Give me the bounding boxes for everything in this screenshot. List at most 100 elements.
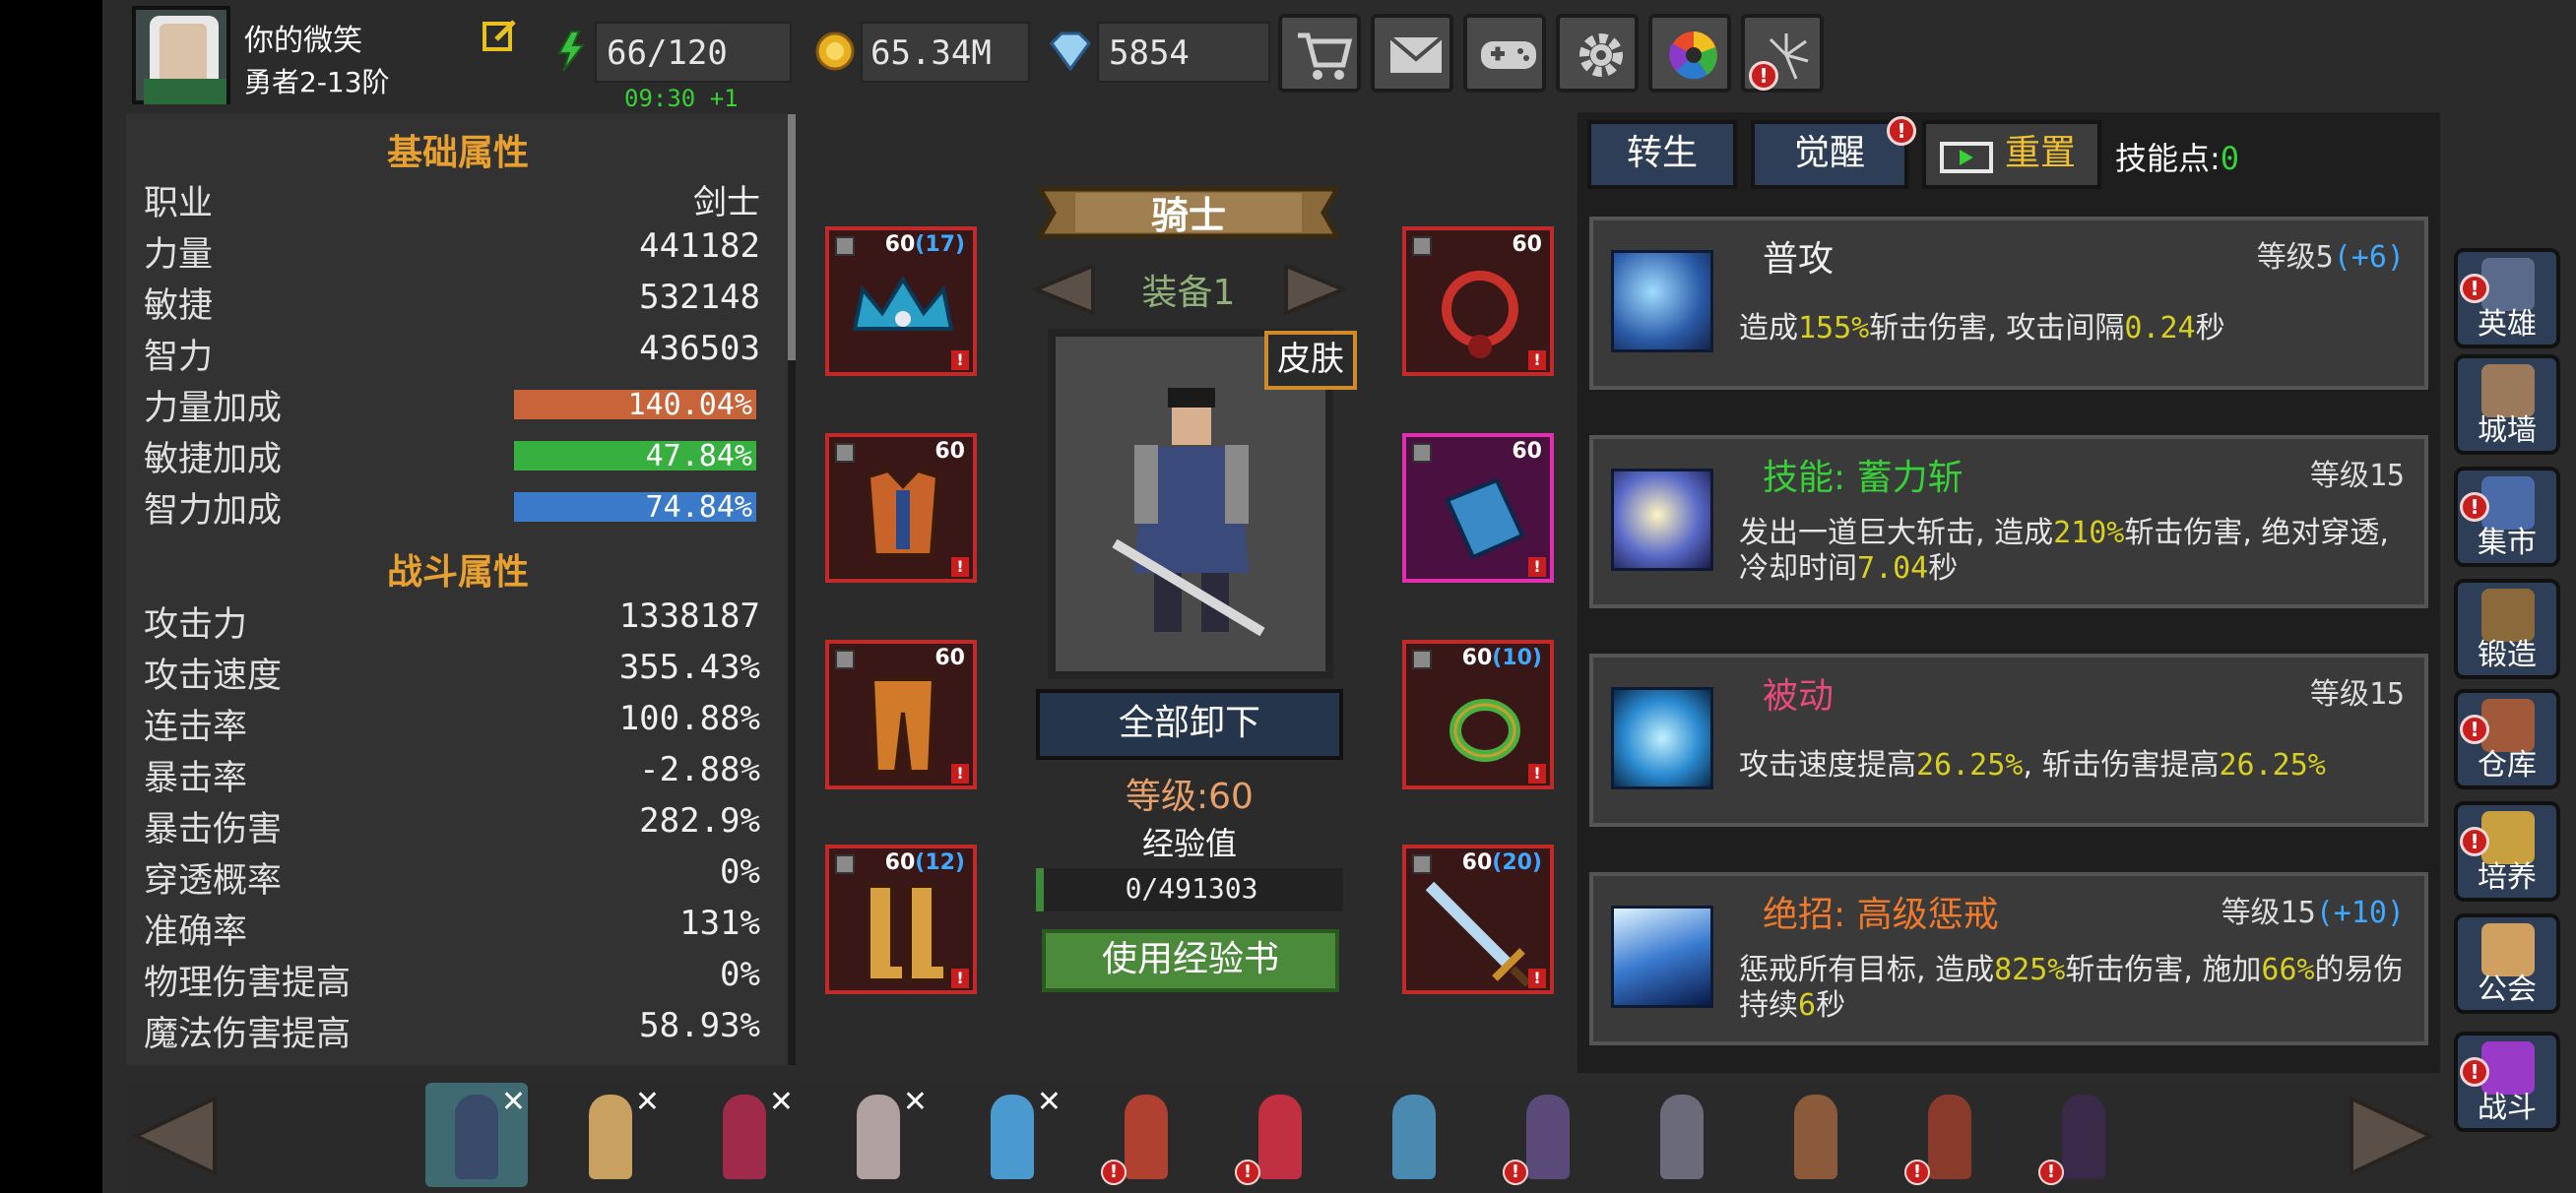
stats-panel: 基础属性 职业 剑士 力量 441182 敏捷 532148 智力 436503… bbox=[126, 114, 790, 1065]
equip-slot-boots[interactable]: 60(12) ! bbox=[825, 845, 977, 994]
hero-slot[interactable] bbox=[1631, 1083, 1733, 1187]
skill-points-value: 0 bbox=[2220, 140, 2240, 177]
skill-highlight-value: 155% bbox=[1798, 311, 1870, 345]
skill-text: 造成 bbox=[1739, 311, 1798, 345]
close-icon[interactable]: ✕ bbox=[769, 1085, 794, 1119]
skill-card-basic-attack[interactable]: 普攻 等级5(+6) 造成155%斩击伤害, 攻击间隔0.24秒 bbox=[1589, 217, 2428, 390]
hero-slot[interactable]: ! bbox=[1229, 1083, 1331, 1187]
skill-card-charged-slash[interactable]: 技能: 蓄力斩 等级15 发出一道巨大斩击, 造成210%斩击伤害, 绝对穿透,… bbox=[1589, 435, 2428, 608]
hero-slot[interactable]: ✕ bbox=[425, 1083, 528, 1187]
equip-slot-armor[interactable]: 60 ! bbox=[825, 433, 977, 583]
hero-figure bbox=[723, 1095, 766, 1179]
equip-slot-ring[interactable]: 60(10) ! bbox=[1402, 640, 1554, 789]
hero-slot[interactable]: ! bbox=[1497, 1083, 1599, 1187]
hero-slot[interactable]: ! bbox=[2032, 1083, 2135, 1187]
close-icon[interactable]: ✕ bbox=[635, 1085, 660, 1119]
nav-label: 公会 bbox=[2478, 973, 2537, 1007]
close-icon[interactable]: ✕ bbox=[903, 1085, 928, 1119]
nav-chest-button[interactable]: 仓库! bbox=[2454, 689, 2560, 789]
skill-highlight-value: 0.24 bbox=[2124, 311, 2196, 345]
hero-slot[interactable]: ✕ bbox=[961, 1083, 1063, 1187]
stamina-timer: 09:30 +1 bbox=[624, 85, 739, 112]
hero-prev-button[interactable] bbox=[128, 1095, 223, 1177]
slot-level: 60 bbox=[1512, 439, 1542, 464]
hero-next-button[interactable] bbox=[2344, 1095, 2438, 1177]
gamepad-icon bbox=[1481, 41, 1536, 69]
skill-highlight-value: 7.04 bbox=[1857, 551, 1929, 586]
equip-slot-bracer[interactable]: 60 ! bbox=[1402, 433, 1554, 583]
skill-highlight-value: 6 bbox=[1798, 988, 1817, 1023]
alert-icon: ! bbox=[951, 350, 969, 370]
edit-name-button[interactable] bbox=[481, 16, 520, 55]
nav-castle-button[interactable]: 城墙 bbox=[2454, 354, 2560, 455]
stat-value: 355.43% bbox=[618, 648, 760, 687]
color-wheel-button[interactable] bbox=[1648, 14, 1731, 93]
stat-value: 58.93% bbox=[639, 1006, 760, 1045]
stat-label: 暴击率 bbox=[144, 759, 248, 798]
equip-slot-necklace[interactable]: 60 ! bbox=[1402, 226, 1554, 376]
equip-slot-legs[interactable]: 60 ! bbox=[825, 640, 977, 789]
skill-card-passive[interactable]: 被动 等级15 攻击速度提高26.25%, 斩击伤害提高26.25% bbox=[1589, 654, 2428, 827]
hero-slot[interactable] bbox=[1363, 1083, 1465, 1187]
nav-anvil-button[interactable]: 锻造 bbox=[2454, 579, 2560, 679]
nav-label: 英雄 bbox=[2478, 307, 2537, 342]
video-ad-icon bbox=[1940, 142, 1993, 173]
alert-icon: ! bbox=[1528, 557, 1546, 577]
avatar-robe bbox=[144, 79, 226, 104]
hero-figure bbox=[589, 1095, 632, 1179]
reset-skills-button[interactable]: 重置 bbox=[1922, 120, 2101, 189]
bracer-icon bbox=[1445, 477, 1525, 560]
skill-text: 斩击伤害, 攻击间隔 bbox=[1869, 311, 2125, 345]
stats-scrollbar-thumb[interactable] bbox=[788, 114, 796, 360]
event-button[interactable]: ! bbox=[1741, 14, 1824, 93]
skill-card-ultimate[interactable]: 绝招: 高级惩戒 等级15(+10) 惩戒所有目标, 造成825%斩击伤害, 施… bbox=[1589, 872, 2428, 1045]
skill-level: 等级15 bbox=[2309, 459, 2405, 493]
nav-guild-button[interactable]: 公会 bbox=[2454, 913, 2560, 1014]
tab-rebirth[interactable]: 转生 bbox=[1587, 120, 1737, 189]
nav-label: 仓库 bbox=[2478, 748, 2537, 783]
hero-figure bbox=[2062, 1095, 2105, 1179]
skin-button[interactable]: 皮肤 bbox=[1264, 331, 1357, 390]
hero-slot[interactable]: ✕ bbox=[559, 1083, 662, 1187]
hero-slot[interactable] bbox=[1765, 1083, 1867, 1187]
equip-slot-helmet[interactable]: 60(17) ! bbox=[825, 226, 977, 376]
mail-icon bbox=[1388, 35, 1444, 73]
slot-level: 60 bbox=[1512, 232, 1542, 257]
next-set-button[interactable] bbox=[1282, 262, 1351, 317]
player-avatar[interactable] bbox=[132, 6, 230, 104]
skill-level: 等级15 bbox=[2309, 677, 2405, 712]
unequip-all-button[interactable]: 全部卸下 bbox=[1036, 689, 1343, 760]
slot-level: 60(20) bbox=[1461, 850, 1542, 875]
nav-market-button[interactable]: 集市! bbox=[2454, 467, 2560, 567]
mail-button[interactable] bbox=[1371, 14, 1453, 93]
equip-slot-weapon[interactable]: 60(20) ! bbox=[1402, 845, 1554, 994]
gamepad-button[interactable] bbox=[1463, 14, 1546, 93]
use-exp-book-button[interactable]: 使用经验书 bbox=[1042, 929, 1339, 992]
stat-value: 1338187 bbox=[618, 596, 760, 636]
slot-level: 60(10) bbox=[1461, 646, 1542, 670]
lock-icon bbox=[1412, 236, 1432, 256]
shop-button[interactable] bbox=[1278, 14, 1361, 93]
nav-label: 培养 bbox=[2478, 860, 2537, 895]
close-icon[interactable]: ✕ bbox=[501, 1085, 526, 1119]
hero-slot[interactable]: ! bbox=[1899, 1083, 2001, 1187]
slash-skill-icon bbox=[1611, 250, 1713, 352]
skill-text: 秒 bbox=[1816, 988, 1846, 1023]
hero-slot[interactable]: ✕ bbox=[827, 1083, 930, 1187]
hero-slot[interactable]: ! bbox=[1095, 1083, 1197, 1187]
hero-slot[interactable]: ✕ bbox=[693, 1083, 796, 1187]
gold-icon bbox=[813, 30, 857, 73]
nav-chalice-button[interactable]: 培养! bbox=[2454, 801, 2560, 902]
tab-awaken[interactable]: 觉醒 ! bbox=[1751, 116, 1916, 189]
settings-button[interactable] bbox=[1556, 14, 1639, 93]
lock-icon bbox=[835, 443, 855, 463]
close-icon[interactable]: ✕ bbox=[1037, 1085, 1062, 1119]
skill-points: 技能点:0 bbox=[2115, 134, 2239, 179]
hero-figure bbox=[455, 1095, 498, 1179]
exp-value: 0/491303 bbox=[1125, 872, 1258, 905]
alert-badge: ! bbox=[2460, 1057, 2489, 1087]
nav-portal-button[interactable]: 战斗! bbox=[2454, 1032, 2560, 1132]
skill-name: 被动 bbox=[1763, 676, 1835, 717]
stat-value: 剑士 bbox=[693, 183, 760, 222]
nav-helmet-button[interactable]: 英雄! bbox=[2454, 248, 2560, 348]
